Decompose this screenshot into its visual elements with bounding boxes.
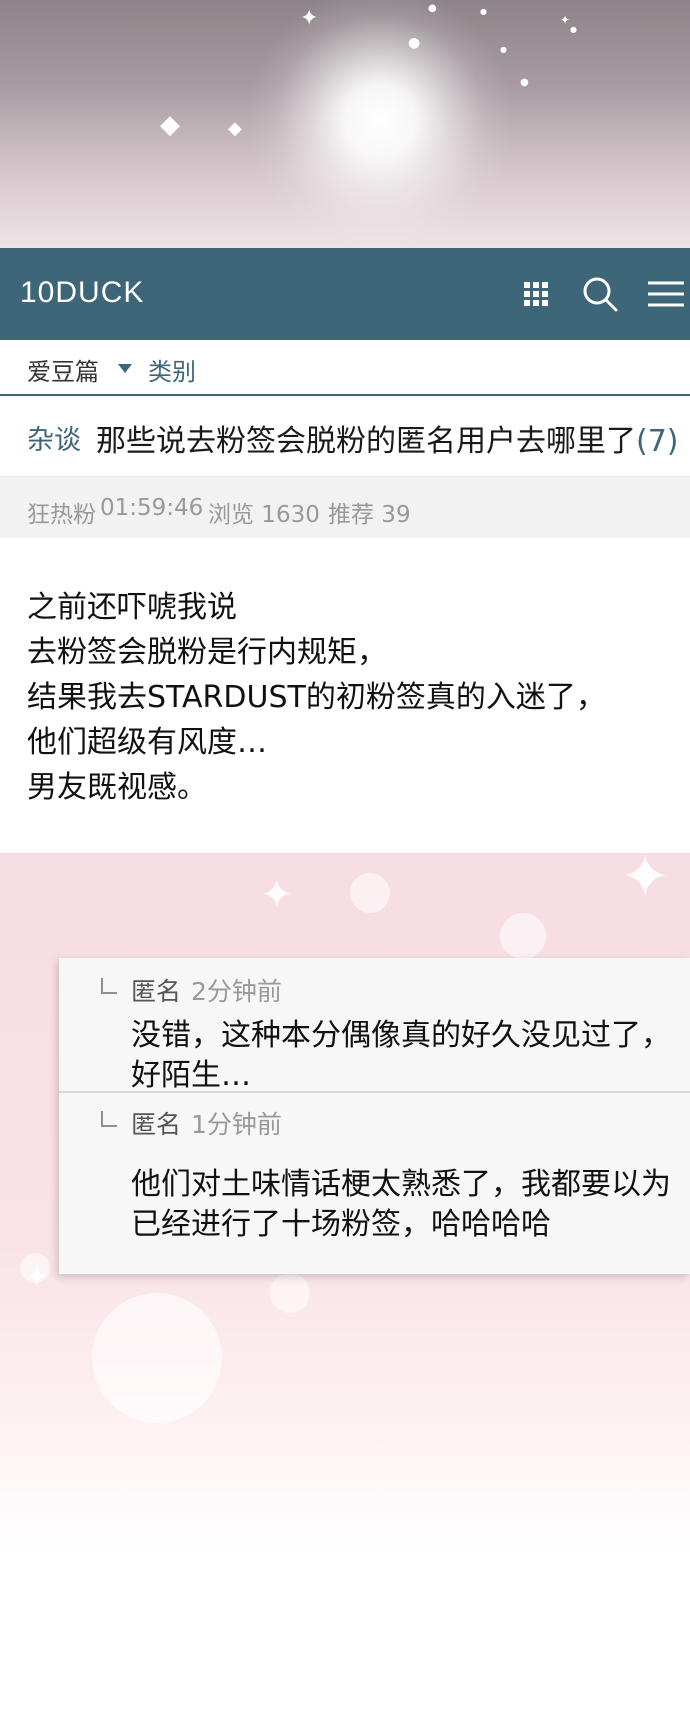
bokeh-light — [350, 873, 390, 913]
comment-list: 匿名 2分钟前 没错，这种本分偶像真的好久没见过了， 好陌生… 匿名 1分钟前 … — [59, 958, 690, 1274]
comment-text-line: 已经进行了十场粉签，哈哈哈哈 — [131, 1207, 551, 1242]
post-body: 之前还吓唬我说 去粉签会脱粉是行内规矩， 结果我去STARDUST的初粉签真的入… — [0, 538, 690, 853]
post-views: 浏览 1630 — [208, 502, 320, 528]
site-logo[interactable]: 10DUCK — [20, 276, 144, 310]
post-title-text: 那些说去粉签会脱粉的匿名用户去哪里了 — [96, 424, 636, 459]
body-line: 之前还吓唬我说 — [27, 590, 237, 625]
comment-text-line: 他们对土味情话梗太熟悉了，我都要以为 — [131, 1167, 671, 1202]
post-meta: 狂热粉 01:59:46 浏览 1630 推荐 39 — [0, 476, 690, 539]
top-banner-image: ✦ ◆ ◆ ● ● ● ● ● ✦ ● — [0, 0, 690, 248]
sparkle-icon: ● — [480, 7, 487, 16]
sparkle-icon: ✦ — [620, 853, 671, 912]
comment-count[interactable]: (7) — [636, 424, 679, 459]
body-line: 去粉签会脱粉是行内规矩， — [27, 635, 387, 670]
comment-time: 2分钟前 — [191, 977, 282, 1006]
sparkle-icon: ● — [570, 25, 577, 34]
comment-author: 匿名 — [131, 977, 182, 1006]
app-header: 10DUCK — [0, 248, 690, 340]
sparkle-icon: ✦ — [260, 872, 294, 918]
category-dropdown[interactable]: 类别 — [148, 352, 196, 387]
board-name[interactable]: 爱豆篇 — [27, 352, 99, 387]
reply-arrow-icon — [101, 978, 117, 994]
comment-time: 1分钟前 — [191, 1110, 282, 1139]
dropdown-arrow-icon[interactable] — [118, 364, 132, 373]
post-title: 那些说去粉签会脱粉的匿名用户去哪里了(7) — [96, 416, 679, 460]
comment-text-line: 没错，这种本分偶像真的好久没见过了， — [131, 1018, 671, 1053]
sparkle-icon: ● — [408, 35, 421, 51]
reply-arrow-icon — [101, 1111, 117, 1127]
comment-text-line: 好陌生… — [131, 1058, 251, 1093]
search-icon[interactable] — [576, 270, 624, 318]
body-line: 男友既视感。 — [27, 770, 207, 805]
comment-item: 匿名 2分钟前 没错，这种本分偶像真的好久没见过了， 好陌生… — [59, 958, 690, 1093]
post-time: 01:59:46 — [100, 495, 204, 521]
sparkle-burst — [240, 0, 520, 248]
sparkle-icon: ● — [428, 3, 437, 14]
sparkle-icon: ✦ — [24, 1260, 50, 1295]
sparkle-icon: ● — [500, 45, 507, 54]
sparkle-icon: ◆ — [160, 110, 180, 140]
sparkle-icon: ✦ — [300, 6, 319, 31]
grid-icon[interactable] — [512, 270, 560, 318]
body-line: 他们超级有风度… — [27, 725, 267, 760]
bokeh-light — [92, 1293, 222, 1423]
comment-item: 匿名 1分钟前 他们对土味情话梗太熟悉了，我都要以为 已经进行了十场粉签，哈哈哈… — [59, 1093, 690, 1274]
post-author: 狂热粉 — [27, 502, 96, 528]
sparkle-icon: ◆ — [228, 118, 242, 139]
category-bar: 爱豆篇 类别 — [0, 340, 690, 396]
sparkle-icon: ● — [520, 77, 529, 88]
menu-icon[interactable] — [640, 270, 688, 318]
bokeh-light — [500, 913, 546, 959]
post-tag: 杂谈 — [27, 425, 81, 456]
body-line: 结果我去STARDUST的初粉签真的入迷了， — [27, 680, 606, 715]
sparkle-icon: ✦ — [560, 13, 571, 27]
comment-author: 匿名 — [131, 1110, 182, 1139]
post-title-row: 杂谈 那些说去粉签会脱粉的匿名用户去哪里了(7) — [0, 396, 690, 476]
post-recommends: 推荐 39 — [328, 502, 411, 528]
bokeh-light — [270, 1273, 310, 1313]
